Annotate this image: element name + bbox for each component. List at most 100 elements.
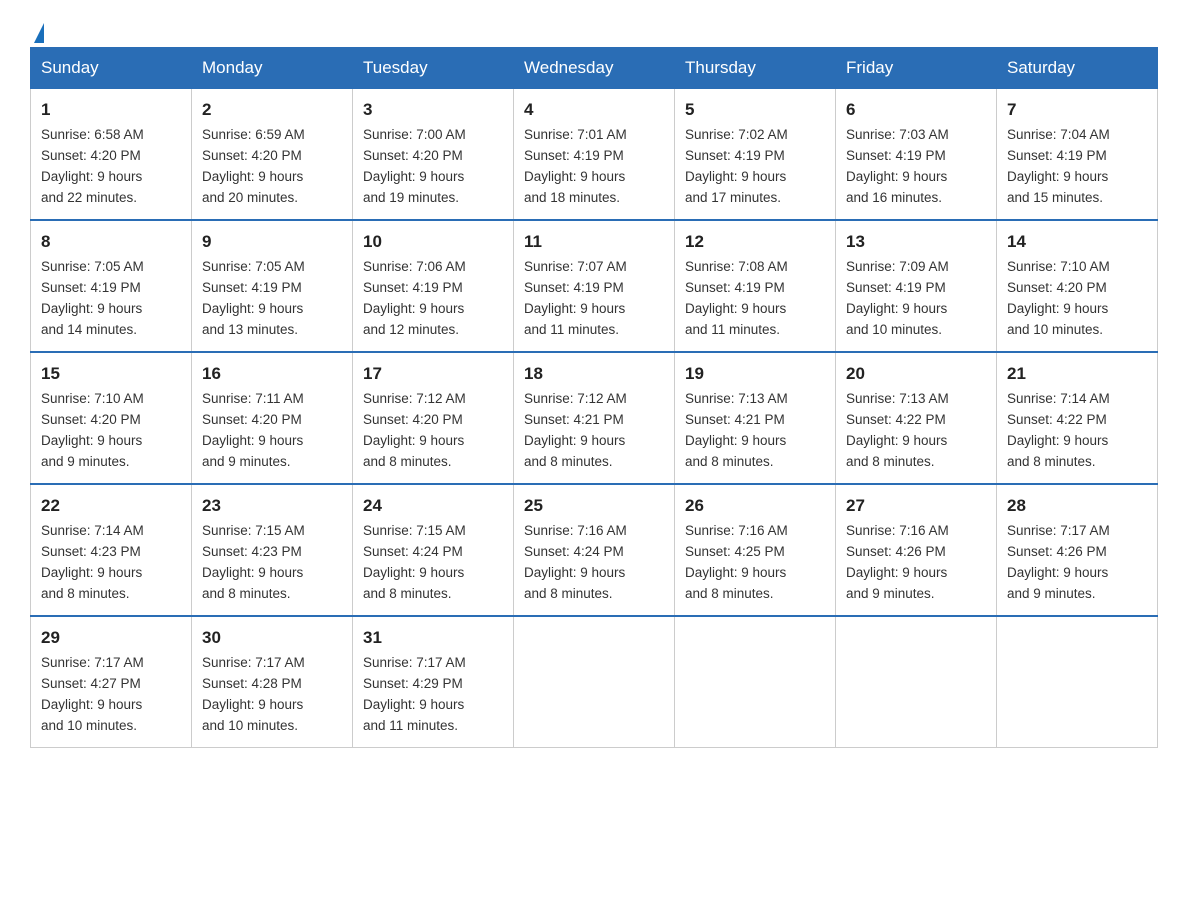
day-number: 24	[363, 493, 503, 519]
calendar-cell: 30 Sunrise: 7:17 AMSunset: 4:28 PMDaylig…	[192, 616, 353, 748]
day-sunrise: Sunrise: 7:17 AMSunset: 4:26 PMDaylight:…	[1007, 523, 1110, 601]
day-sunrise: Sunrise: 7:10 AMSunset: 4:20 PMDaylight:…	[41, 391, 144, 469]
day-sunrise: Sunrise: 7:14 AMSunset: 4:23 PMDaylight:…	[41, 523, 144, 601]
calendar-week-row: 15 Sunrise: 7:10 AMSunset: 4:20 PMDaylig…	[31, 352, 1158, 484]
calendar-cell: 11 Sunrise: 7:07 AMSunset: 4:19 PMDaylig…	[514, 220, 675, 352]
day-number: 27	[846, 493, 986, 519]
day-sunrise: Sunrise: 7:05 AMSunset: 4:19 PMDaylight:…	[202, 259, 305, 337]
day-sunrise: Sunrise: 7:11 AMSunset: 4:20 PMDaylight:…	[202, 391, 304, 469]
calendar-cell: 13 Sunrise: 7:09 AMSunset: 4:19 PMDaylig…	[836, 220, 997, 352]
day-number: 26	[685, 493, 825, 519]
calendar-cell	[997, 616, 1158, 748]
day-sunrise: Sunrise: 7:01 AMSunset: 4:19 PMDaylight:…	[524, 127, 627, 205]
day-number: 3	[363, 97, 503, 123]
day-number: 17	[363, 361, 503, 387]
calendar-cell: 3 Sunrise: 7:00 AMSunset: 4:20 PMDayligh…	[353, 89, 514, 221]
calendar-cell: 9 Sunrise: 7:05 AMSunset: 4:19 PMDayligh…	[192, 220, 353, 352]
calendar-cell: 31 Sunrise: 7:17 AMSunset: 4:29 PMDaylig…	[353, 616, 514, 748]
day-number: 31	[363, 625, 503, 651]
logo	[30, 20, 44, 37]
day-number: 5	[685, 97, 825, 123]
day-number: 30	[202, 625, 342, 651]
day-number: 12	[685, 229, 825, 255]
day-number: 14	[1007, 229, 1147, 255]
calendar-cell: 10 Sunrise: 7:06 AMSunset: 4:19 PMDaylig…	[353, 220, 514, 352]
logo-triangle-icon	[34, 23, 44, 43]
calendar-week-row: 22 Sunrise: 7:14 AMSunset: 4:23 PMDaylig…	[31, 484, 1158, 616]
day-header-friday: Friday	[836, 48, 997, 89]
day-sunrise: Sunrise: 7:00 AMSunset: 4:20 PMDaylight:…	[363, 127, 466, 205]
day-number: 13	[846, 229, 986, 255]
calendar-cell: 4 Sunrise: 7:01 AMSunset: 4:19 PMDayligh…	[514, 89, 675, 221]
day-number: 15	[41, 361, 181, 387]
day-number: 1	[41, 97, 181, 123]
day-sunrise: Sunrise: 7:05 AMSunset: 4:19 PMDaylight:…	[41, 259, 144, 337]
calendar-table: SundayMondayTuesdayWednesdayThursdayFrid…	[30, 47, 1158, 748]
calendar-cell: 22 Sunrise: 7:14 AMSunset: 4:23 PMDaylig…	[31, 484, 192, 616]
calendar-cell: 20 Sunrise: 7:13 AMSunset: 4:22 PMDaylig…	[836, 352, 997, 484]
day-number: 16	[202, 361, 342, 387]
day-header-thursday: Thursday	[675, 48, 836, 89]
calendar-cell: 17 Sunrise: 7:12 AMSunset: 4:20 PMDaylig…	[353, 352, 514, 484]
day-number: 2	[202, 97, 342, 123]
day-sunrise: Sunrise: 7:16 AMSunset: 4:26 PMDaylight:…	[846, 523, 949, 601]
day-sunrise: Sunrise: 7:17 AMSunset: 4:29 PMDaylight:…	[363, 655, 466, 733]
calendar-cell: 15 Sunrise: 7:10 AMSunset: 4:20 PMDaylig…	[31, 352, 192, 484]
calendar-cell	[836, 616, 997, 748]
day-sunrise: Sunrise: 7:09 AMSunset: 4:19 PMDaylight:…	[846, 259, 949, 337]
day-sunrise: Sunrise: 7:12 AMSunset: 4:21 PMDaylight:…	[524, 391, 627, 469]
day-sunrise: Sunrise: 7:13 AMSunset: 4:21 PMDaylight:…	[685, 391, 788, 469]
day-number: 20	[846, 361, 986, 387]
day-number: 22	[41, 493, 181, 519]
page-header	[30, 20, 1158, 37]
day-number: 11	[524, 229, 664, 255]
calendar-cell: 19 Sunrise: 7:13 AMSunset: 4:21 PMDaylig…	[675, 352, 836, 484]
calendar-cell: 16 Sunrise: 7:11 AMSunset: 4:20 PMDaylig…	[192, 352, 353, 484]
day-sunrise: Sunrise: 7:13 AMSunset: 4:22 PMDaylight:…	[846, 391, 949, 469]
day-number: 21	[1007, 361, 1147, 387]
calendar-cell: 27 Sunrise: 7:16 AMSunset: 4:26 PMDaylig…	[836, 484, 997, 616]
day-header-sunday: Sunday	[31, 48, 192, 89]
day-sunrise: Sunrise: 6:59 AMSunset: 4:20 PMDaylight:…	[202, 127, 305, 205]
calendar-cell: 2 Sunrise: 6:59 AMSunset: 4:20 PMDayligh…	[192, 89, 353, 221]
day-number: 29	[41, 625, 181, 651]
day-sunrise: Sunrise: 7:02 AMSunset: 4:19 PMDaylight:…	[685, 127, 788, 205]
calendar-cell: 25 Sunrise: 7:16 AMSunset: 4:24 PMDaylig…	[514, 484, 675, 616]
day-number: 28	[1007, 493, 1147, 519]
calendar-header-row: SundayMondayTuesdayWednesdayThursdayFrid…	[31, 48, 1158, 89]
day-sunrise: Sunrise: 7:04 AMSunset: 4:19 PMDaylight:…	[1007, 127, 1110, 205]
day-sunrise: Sunrise: 7:06 AMSunset: 4:19 PMDaylight:…	[363, 259, 466, 337]
calendar-cell: 29 Sunrise: 7:17 AMSunset: 4:27 PMDaylig…	[31, 616, 192, 748]
day-number: 7	[1007, 97, 1147, 123]
calendar-cell: 5 Sunrise: 7:02 AMSunset: 4:19 PMDayligh…	[675, 89, 836, 221]
calendar-cell: 12 Sunrise: 7:08 AMSunset: 4:19 PMDaylig…	[675, 220, 836, 352]
day-sunrise: Sunrise: 7:08 AMSunset: 4:19 PMDaylight:…	[685, 259, 788, 337]
day-number: 9	[202, 229, 342, 255]
calendar-cell: 14 Sunrise: 7:10 AMSunset: 4:20 PMDaylig…	[997, 220, 1158, 352]
day-sunrise: Sunrise: 7:12 AMSunset: 4:20 PMDaylight:…	[363, 391, 466, 469]
day-number: 10	[363, 229, 503, 255]
calendar-week-row: 8 Sunrise: 7:05 AMSunset: 4:19 PMDayligh…	[31, 220, 1158, 352]
calendar-cell: 1 Sunrise: 6:58 AMSunset: 4:20 PMDayligh…	[31, 89, 192, 221]
day-sunrise: Sunrise: 7:14 AMSunset: 4:22 PMDaylight:…	[1007, 391, 1110, 469]
day-number: 6	[846, 97, 986, 123]
calendar-cell: 18 Sunrise: 7:12 AMSunset: 4:21 PMDaylig…	[514, 352, 675, 484]
day-header-wednesday: Wednesday	[514, 48, 675, 89]
calendar-cell: 7 Sunrise: 7:04 AMSunset: 4:19 PMDayligh…	[997, 89, 1158, 221]
day-header-saturday: Saturday	[997, 48, 1158, 89]
day-number: 4	[524, 97, 664, 123]
day-number: 18	[524, 361, 664, 387]
calendar-cell: 23 Sunrise: 7:15 AMSunset: 4:23 PMDaylig…	[192, 484, 353, 616]
calendar-cell: 21 Sunrise: 7:14 AMSunset: 4:22 PMDaylig…	[997, 352, 1158, 484]
day-sunrise: Sunrise: 7:16 AMSunset: 4:25 PMDaylight:…	[685, 523, 788, 601]
day-sunrise: Sunrise: 7:15 AMSunset: 4:24 PMDaylight:…	[363, 523, 466, 601]
day-number: 19	[685, 361, 825, 387]
calendar-cell: 24 Sunrise: 7:15 AMSunset: 4:24 PMDaylig…	[353, 484, 514, 616]
day-sunrise: Sunrise: 7:17 AMSunset: 4:27 PMDaylight:…	[41, 655, 144, 733]
day-number: 8	[41, 229, 181, 255]
day-sunrise: Sunrise: 7:03 AMSunset: 4:19 PMDaylight:…	[846, 127, 949, 205]
day-number: 25	[524, 493, 664, 519]
calendar-week-row: 1 Sunrise: 6:58 AMSunset: 4:20 PMDayligh…	[31, 89, 1158, 221]
day-sunrise: Sunrise: 6:58 AMSunset: 4:20 PMDaylight:…	[41, 127, 144, 205]
calendar-cell: 8 Sunrise: 7:05 AMSunset: 4:19 PMDayligh…	[31, 220, 192, 352]
